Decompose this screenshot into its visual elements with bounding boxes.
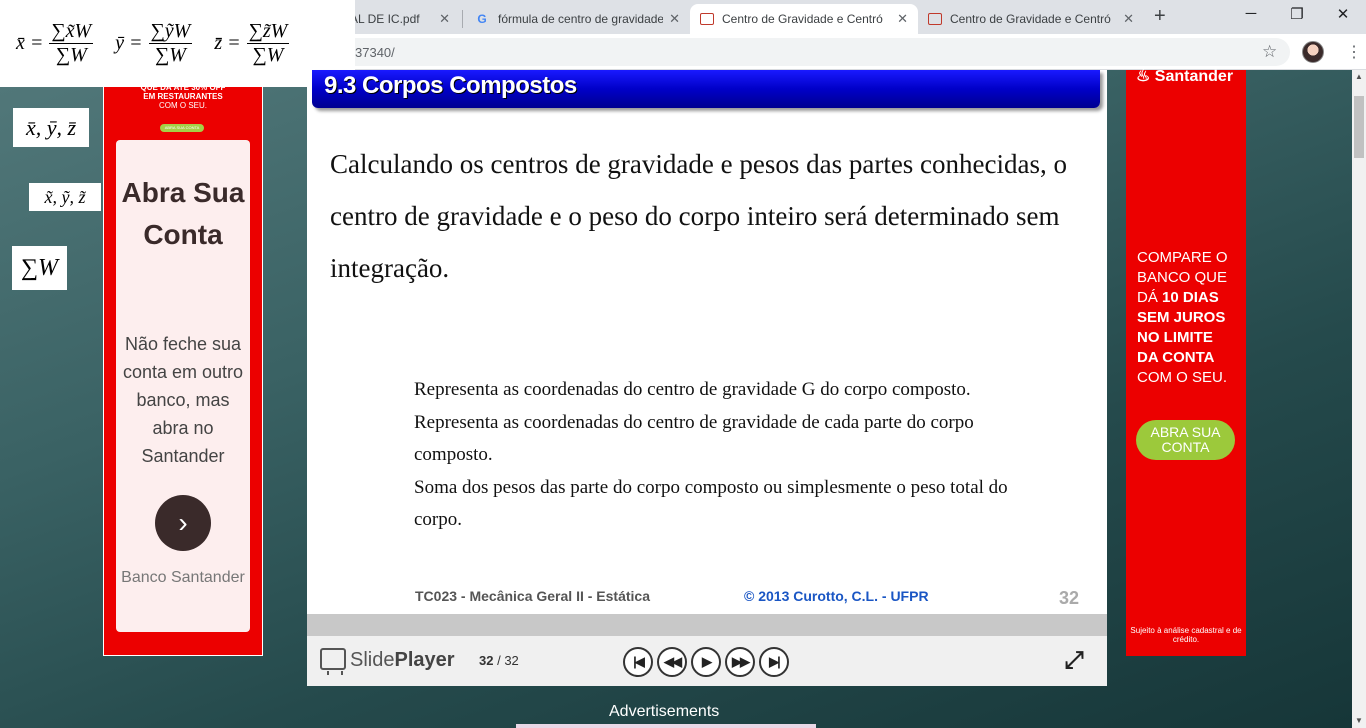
first-slide-button[interactable]: |◀ [623,647,653,677]
bottom-ad-strip[interactable] [516,724,816,728]
formula-lhs: x̄ = [16,32,44,54]
right-ad-disclaimer: Sujeito à análise cadastral e de crédito… [1130,626,1242,644]
close-tab-icon[interactable]: ✕ [1123,11,1134,27]
slideplayer-favicon-icon [700,13,714,25]
denominator: ∑W [55,44,87,66]
browser-menu-icon[interactable]: ⋮ [1346,42,1362,62]
numerator: ∑z̃W [246,20,290,44]
fraction: ∑x̃W ∑W [49,20,94,67]
numerator: ∑ỹW [148,20,193,44]
santander-logo: ♨ Santander [1136,68,1234,85]
list-item: Representa as coordenadas do centro de g… [414,411,974,466]
tab-title: AL DE IC.pdf [350,12,420,26]
tab-google-search[interactable]: G fórmula de centro de gravidade ✕ [464,4,690,34]
slide-page-number: 32 [1059,588,1080,608]
tab-separator [462,10,463,28]
logo-player-text: Player [394,649,455,671]
left-ad-headline: QUE DÁ ATÉ 30% OFF EM RESTAURANTES COM O… [133,83,233,110]
slide-footer-course: TC023 - Mecânica Geral II - Estática [415,588,650,604]
chevron-right-icon[interactable]: › [155,495,211,551]
slide-main-text: Calculando os centros de gravidade e pes… [330,149,1068,283]
slideplayer-logo-icon [320,648,346,675]
formula-xyz-bar: x̄, ȳ, z̄ [13,108,89,147]
denominator: ∑W [154,44,186,66]
slide-definitions-list: Representa as coordenadas do centro de g… [414,374,1044,537]
fraction: ∑ỹW ∑W [148,20,193,67]
close-tab-icon[interactable]: ✕ [897,11,908,27]
formula-x: x̄ = ∑x̃W ∑W [16,20,94,67]
right-ad-line: COM O SEU. [1137,369,1228,386]
total-slides: / 32 [497,653,519,668]
advertisements-label: Advertisements [609,703,720,720]
window-close-button[interactable]: ✕ [1320,5,1366,23]
last-slide-button[interactable]: ▶| [759,647,789,677]
url-text[interactable]: 37340/ [355,45,395,60]
scroll-down-arrow-icon[interactable]: ▼ [1352,716,1366,725]
slide-footer-copyright: © 2013 Curotto, C.L. - UFPR [744,588,929,604]
restore-button[interactable]: ❐ [1274,5,1320,23]
tab-title: Centro de Gravidade e Centró [722,12,883,26]
list-item: Soma dos pesos das parte do corpo compos… [414,476,1008,531]
left-ad-mini-button[interactable]: ABRA SUA CONTA [160,124,204,132]
left-ad-brand: Banco Santander [121,569,245,586]
abra-sua-conta-button[interactable]: ABRA SUA CONTA [1136,420,1235,460]
bookmark-star-icon[interactable]: ☆ [1262,42,1277,62]
tab-centro-gravidade-active[interactable]: Centro de Gravidade e Centró ✕ [690,4,918,34]
slideplayer-logo[interactable]: SlidePlayer [350,649,455,672]
formula-lhs: ȳ = [115,32,143,54]
left-ad-line: EM RESTAURANTES [143,92,223,101]
formula-xyz-tilde: x̃, ỹ, z̃ [29,183,101,211]
scrollbar-thumb[interactable] [1354,96,1364,158]
current-slide: 32 [479,653,494,668]
right-ad-text: COMPARE O BANCO QUE DÁ 10 DIAS SEM JUROS… [1137,248,1237,388]
close-tab-icon[interactable]: ✕ [669,11,680,27]
slide-counter: 32 / 32 [479,653,519,668]
numerator: ∑x̃W [49,20,94,44]
tab-centro-gravidade[interactable]: Centro de Gravidade e Centró ✕ [918,4,1144,34]
fraction: ∑z̃W ∑W [246,20,290,67]
profile-avatar[interactable] [1302,41,1324,63]
minimize-button[interactable]: ─ [1228,5,1274,22]
left-ad-body: Não feche sua conta em outro banco, mas … [122,334,244,466]
google-icon: G [477,12,487,26]
formula-y: ȳ = ∑ỹW ∑W [115,20,193,67]
slideplayer-favicon-icon [928,13,942,25]
denominator: ∑W [252,44,284,66]
next-slide-button[interactable]: ▶▶ [725,647,755,677]
formula-sum-w: ∑W [12,246,67,290]
slide-progress-bar[interactable] [307,614,1107,636]
close-tab-icon[interactable]: ✕ [439,11,450,27]
formula-z: z̄ = ∑z̃W ∑W [214,20,290,67]
scroll-up-arrow-icon[interactable]: ▲ [1352,72,1366,81]
slide-title: 9.3 Corpos Compostos [324,72,577,99]
santander-logo-text: Santander [1154,68,1234,85]
formula-lhs: z̄ = [214,32,241,54]
tab-title: Centro de Gravidade e Centró [950,12,1111,26]
logo-slide-text: Slide [350,649,395,671]
tab-title: fórmula de centro de gravidade [498,12,664,26]
list-item: Representa as coordenadas do centro de g… [414,379,971,400]
left-ad-line: COM O SEU. [158,101,207,110]
center-of-gravity-formula: x̄ = ∑x̃W ∑W ȳ = ∑ỹW ∑W z̄ = ∑z̃W ∑W [0,0,355,87]
previous-slide-button[interactable]: ◀◀ [657,647,687,677]
tab-pdf[interactable]: AL DE IC.pdf ✕ [340,4,460,34]
fullscreen-icon[interactable]: ⤢ [1061,648,1087,674]
address-bar[interactable] [300,38,1290,66]
play-button[interactable]: ▶ [691,647,721,677]
left-ad-title: Abra Sua Conta [121,177,245,250]
new-tab-button[interactable]: + [1154,5,1166,28]
page-scrollbar[interactable] [1352,70,1366,728]
